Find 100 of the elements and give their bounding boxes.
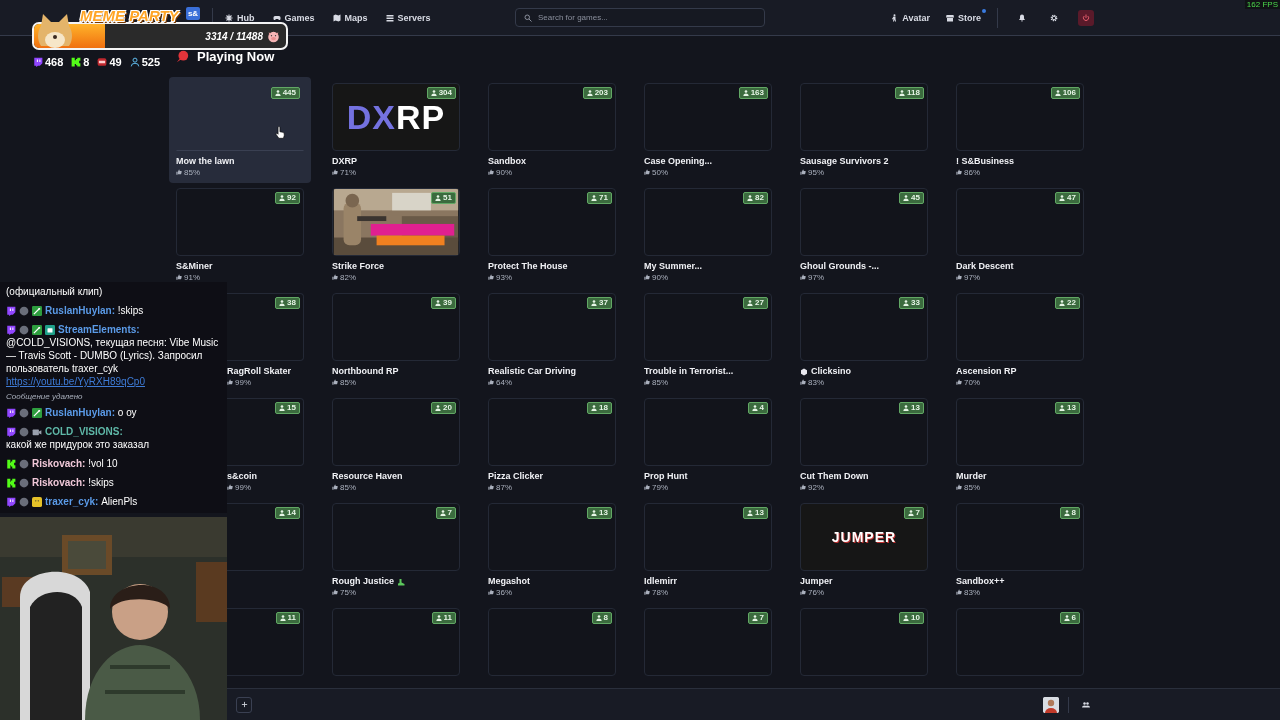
kick-icon bbox=[6, 459, 16, 469]
person-icon bbox=[742, 90, 749, 96]
list-icon bbox=[385, 13, 394, 22]
nav-link[interactable]: Maps bbox=[332, 12, 368, 23]
chat-message-text: AlienPls bbox=[101, 495, 138, 508]
person-icon bbox=[1054, 90, 1061, 96]
player-count-badge: 33 bbox=[899, 297, 924, 309]
person-icon bbox=[591, 195, 598, 201]
person-icon bbox=[903, 300, 910, 306]
thumbs-up-icon bbox=[644, 589, 650, 595]
power-button[interactable] bbox=[1078, 9, 1094, 26]
thumbs-up-icon bbox=[956, 274, 962, 280]
game-title: Cut Them Down bbox=[800, 471, 869, 482]
person-icon bbox=[435, 405, 442, 411]
person-icon bbox=[903, 405, 910, 411]
game-card[interactable]: 445 Mow the lawn 85% bbox=[169, 77, 311, 183]
game-title: Mow the lawn bbox=[176, 156, 235, 167]
section-heading: Playing Now bbox=[197, 48, 275, 64]
nav-link[interactable]: Servers bbox=[385, 12, 431, 23]
rating-text: 90% bbox=[496, 167, 512, 177]
chat-message-text: о оу bbox=[117, 406, 137, 419]
chat-username[interactable]: RuslanHuylan: bbox=[45, 407, 115, 418]
player-count-badge: 8 bbox=[1059, 507, 1080, 519]
person-icon bbox=[747, 510, 754, 516]
person-icon bbox=[903, 195, 910, 201]
smiley-badge-icon bbox=[32, 497, 42, 507]
chat-username[interactable]: Riskovach: bbox=[32, 458, 86, 469]
chat-message-text: !skips bbox=[88, 476, 114, 489]
thumbs-up-icon bbox=[644, 379, 650, 385]
person-icon bbox=[439, 510, 446, 516]
rating-text: 83% bbox=[964, 587, 980, 597]
rating-text: 76% bbox=[808, 587, 824, 597]
rating-text: 83% bbox=[808, 377, 824, 387]
game-card[interactable]: 7 bbox=[644, 608, 772, 676]
rating-text: 78% bbox=[652, 587, 668, 597]
pig-icon bbox=[267, 29, 280, 43]
plus-icon bbox=[240, 701, 248, 708]
gamepad-icon bbox=[272, 13, 281, 22]
game-card[interactable]: 10 bbox=[800, 608, 928, 676]
player-count-badge: 4 bbox=[747, 402, 768, 414]
player-count-badge: 11 bbox=[275, 612, 300, 624]
chat-link[interactable]: https://youtu.be/YyRXH89qCp0 bbox=[6, 375, 145, 388]
thumbs-up-icon bbox=[332, 169, 338, 175]
store-icon bbox=[946, 13, 954, 22]
person-icon bbox=[747, 300, 754, 306]
person-icon bbox=[430, 90, 437, 96]
player-count-badge: 47 bbox=[1055, 192, 1080, 204]
game-title: Clicksino bbox=[811, 366, 851, 377]
chat-username[interactable]: Riskovach: bbox=[32, 477, 86, 488]
player-count-badge: 203 bbox=[582, 87, 612, 99]
hand-cursor-icon bbox=[275, 126, 285, 139]
logo[interactable]: s& bbox=[186, 7, 200, 20]
robot-badge-icon bbox=[45, 325, 55, 335]
chat-username[interactable]: RuslanHuylan: bbox=[45, 305, 115, 316]
player-count-badge: 106 bbox=[1050, 87, 1080, 99]
rating-text: 71% bbox=[340, 167, 356, 177]
thumbs-up-icon bbox=[644, 274, 650, 280]
game-card[interactable]: 11 bbox=[332, 608, 460, 676]
add-button[interactable] bbox=[236, 696, 252, 713]
kick-icon bbox=[71, 57, 82, 67]
stat-count: 49 bbox=[109, 56, 122, 68]
nav-link[interactable]: Hub bbox=[225, 12, 255, 23]
camera-badge-icon bbox=[32, 427, 42, 437]
thumbs-up-icon bbox=[227, 484, 233, 490]
chat-message-text: !vol 10 bbox=[88, 457, 118, 470]
game-card[interactable]: 8 bbox=[488, 608, 616, 676]
rating-text: 93% bbox=[496, 272, 512, 282]
thumbs-up-icon bbox=[644, 169, 650, 175]
thumbs-up-icon bbox=[800, 484, 806, 490]
person-icon bbox=[435, 195, 442, 201]
thumbs-up-icon bbox=[488, 484, 494, 490]
rating-text: 50% bbox=[652, 167, 668, 177]
thumbs-up-icon bbox=[800, 379, 806, 385]
game-card[interactable]: 11 bbox=[227, 608, 304, 676]
search-field[interactable]: Search for games... bbox=[515, 8, 765, 27]
rating-text: 99% bbox=[235, 482, 251, 492]
player-count-badge: 13 bbox=[1055, 402, 1080, 414]
chat-username[interactable]: StreamElements: bbox=[58, 324, 140, 335]
thumbs-up-icon bbox=[176, 169, 182, 175]
player-count-badge: 13 bbox=[899, 402, 924, 414]
thumbs-up-icon bbox=[956, 379, 962, 385]
twitch-icon bbox=[6, 325, 16, 335]
rating-text: 91% bbox=[184, 272, 200, 282]
nav-link[interactable]: Avatar bbox=[890, 12, 930, 23]
person-icon bbox=[1059, 405, 1066, 411]
game-card[interactable]: 6 bbox=[956, 608, 1084, 676]
nav-link[interactable]: Store bbox=[946, 12, 981, 23]
person-icon bbox=[595, 615, 602, 621]
thumbnail-logo: DXRP bbox=[346, 97, 446, 137]
person-icon bbox=[586, 90, 593, 96]
avatar-icon[interactable] bbox=[1043, 696, 1059, 713]
rating-text: 85% bbox=[652, 377, 668, 387]
bell-icon bbox=[1018, 13, 1026, 22]
chat-username[interactable]: COLD_VISIONS: bbox=[45, 426, 123, 437]
nav-link[interactable]: Games bbox=[272, 12, 315, 23]
chat-username[interactable]: traxer_cyk: bbox=[45, 496, 99, 507]
player-count-badge: 38 bbox=[275, 297, 300, 309]
rating-text: 70% bbox=[964, 377, 980, 387]
rating-text: 97% bbox=[808, 272, 824, 282]
game-title: Sandbox++ bbox=[956, 576, 1005, 587]
